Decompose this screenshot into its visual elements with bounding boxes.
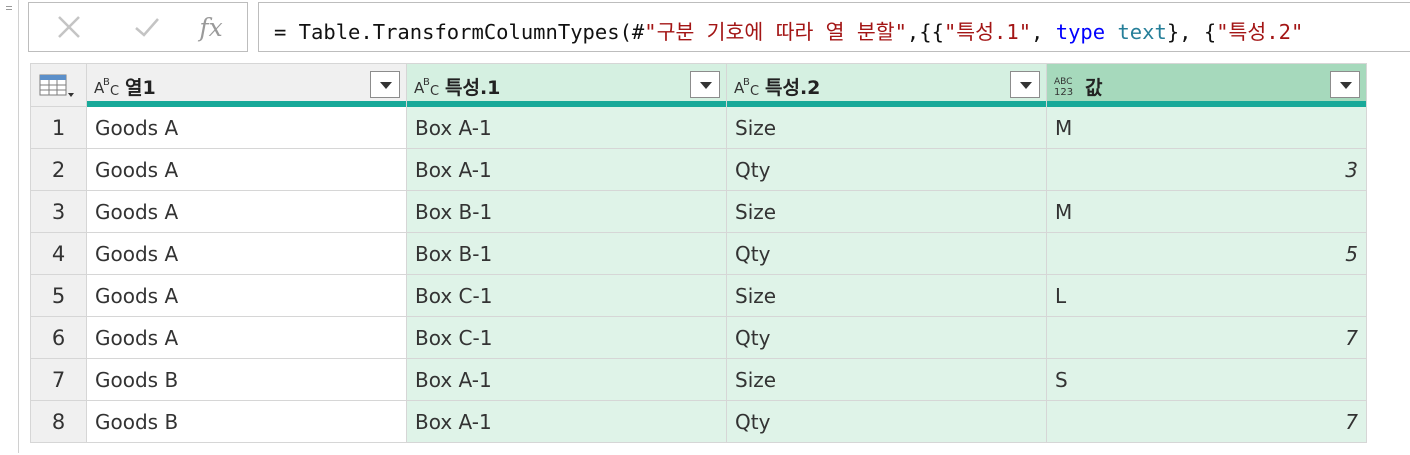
table-cell[interactable]: Goods B	[87, 359, 407, 401]
table-cell[interactable]: Qty	[727, 401, 1047, 443]
svg-text:B: B	[423, 77, 430, 88]
row-number[interactable]: 4	[30, 233, 87, 275]
row-number[interactable]: 3	[30, 191, 87, 233]
row-number[interactable]: 8	[30, 401, 87, 443]
table-row: 1 Goods A Box A-1 Size M	[30, 107, 1367, 149]
table-cell[interactable]: Box A-1	[407, 359, 727, 401]
table-cell[interactable]: Qty	[727, 317, 1047, 359]
svg-text:B: B	[103, 77, 110, 88]
formula-token: "특성.1"	[943, 20, 1032, 44]
filter-dropdown-button[interactable]	[370, 71, 400, 98]
text-type-icon[interactable]: ABC	[413, 74, 443, 99]
table-cell[interactable]: S	[1047, 359, 1367, 401]
left-panel-edge	[0, 0, 19, 453]
column-header-label: 특성.2	[765, 77, 821, 99]
table-row: 8 Goods B Box A-1 Qty 7	[30, 401, 1367, 443]
table-cell[interactable]: 7	[1047, 317, 1367, 359]
svg-text:C: C	[750, 84, 759, 98]
column-header-label: 값	[1085, 77, 1103, 99]
table-cell[interactable]: Box C-1	[407, 317, 727, 359]
check-icon[interactable]	[127, 3, 167, 51]
table-cell[interactable]: Box B-1	[407, 191, 727, 233]
table-cell[interactable]: 5	[1047, 233, 1367, 275]
formula-text: = Table.TransformColumnTypes(#"구분 기호에 따라…	[274, 15, 1303, 45]
table-cell[interactable]: Goods A	[87, 233, 407, 275]
svg-text:C: C	[430, 84, 439, 98]
table-cell[interactable]: Goods A	[87, 191, 407, 233]
table-row: 3 Goods A Box B-1 Size M	[30, 191, 1367, 233]
table-cell[interactable]: Size	[727, 191, 1047, 233]
row-number[interactable]: 7	[30, 359, 87, 401]
formula-token: "구분 기호에 따라 열 분할"	[644, 20, 907, 44]
panel-edge-mark	[6, 9, 12, 10]
table-menu-icon	[39, 74, 74, 97]
table-cell[interactable]: Goods A	[87, 275, 407, 317]
table-cell[interactable]: Goods B	[87, 401, 407, 443]
fx-button[interactable]: fx	[189, 3, 233, 51]
formula-token: type	[1055, 20, 1106, 44]
formula-token: = Table.TransformColumnTypes(#	[274, 20, 645, 44]
row-number[interactable]: 1	[30, 107, 87, 149]
text-type-icon[interactable]: ABC	[733, 74, 763, 99]
row-number[interactable]: 6	[30, 317, 87, 359]
column-header[interactable]: A B C 열1	[87, 63, 407, 107]
table-cell[interactable]: Goods A	[87, 107, 407, 149]
svg-text:B: B	[743, 77, 750, 88]
table-cell[interactable]: M	[1047, 107, 1367, 149]
table-cell[interactable]: Box C-1	[407, 275, 727, 317]
table-cell[interactable]: Box A-1	[407, 401, 727, 443]
column-header[interactable]: A B C 특성.2	[727, 63, 1047, 107]
table-row: 6 Goods A Box C-1 Qty 7	[30, 317, 1367, 359]
row-number[interactable]: 2	[30, 149, 87, 191]
panel-edge-mark	[6, 6, 12, 7]
column-header[interactable]: ABC 123 값	[1047, 63, 1367, 107]
svg-text:C: C	[110, 84, 119, 98]
formula-buttons: fx	[28, 2, 248, 52]
table-cell[interactable]: M	[1047, 191, 1367, 233]
table-cell[interactable]: Size	[727, 275, 1047, 317]
table-cell[interactable]: Qty	[727, 149, 1047, 191]
data-grid: A B C 열1 A B C 특성.1 A B C 특성.2 ABC 123 값 1 Goods A Box A-…	[30, 63, 1367, 455]
table-row: 4 Goods A Box B-1 Qty 5	[30, 233, 1367, 275]
filter-dropdown-button[interactable]	[1330, 71, 1360, 98]
table-row: 2 Goods A Box A-1 Qty 3	[30, 149, 1367, 191]
table-cell[interactable]: Box A-1	[407, 149, 727, 191]
formula-token: "특성.2"	[1216, 20, 1304, 44]
formula-input[interactable]: = Table.TransformColumnTypes(#"구분 기호에 따라…	[258, 2, 1410, 52]
table-cell[interactable]: Goods A	[87, 317, 407, 359]
table-cell[interactable]: L	[1047, 275, 1367, 317]
table-cell[interactable]: Goods A	[87, 149, 407, 191]
svg-text:123: 123	[1054, 87, 1073, 98]
table-cell[interactable]: Qty	[727, 233, 1047, 275]
table-cell[interactable]: 3	[1047, 149, 1367, 191]
table-cell[interactable]: 7	[1047, 401, 1367, 443]
formula-token: text	[1117, 20, 1167, 44]
table-cell[interactable]: Size	[727, 359, 1047, 401]
svg-text:ABC: ABC	[1054, 77, 1072, 87]
column-header[interactable]: A B C 특성.1	[407, 63, 727, 107]
row-number[interactable]: 5	[30, 275, 87, 317]
filter-dropdown-button[interactable]	[690, 71, 720, 98]
filter-dropdown-button[interactable]	[1010, 71, 1040, 98]
table-cell[interactable]: Box B-1	[407, 233, 727, 275]
table-cell[interactable]: Size	[727, 107, 1047, 149]
close-icon[interactable]	[49, 3, 89, 51]
table-row: 5 Goods A Box C-1 Size L	[30, 275, 1367, 317]
formula-token: ,	[1031, 20, 1056, 44]
column-header-label: 열1	[125, 77, 156, 99]
table-menu-button[interactable]	[30, 63, 87, 107]
formula-token: ,{{	[906, 20, 944, 44]
text-type-icon[interactable]: ABC	[93, 74, 123, 99]
formula-token	[1105, 20, 1117, 44]
column-header-label: 특성.1	[445, 77, 501, 99]
formula-token: }, {	[1166, 20, 1217, 44]
any-type-icon[interactable]: ABC 123	[1053, 74, 1083, 98]
table-row: 7 Goods B Box A-1 Size S	[30, 359, 1367, 401]
table-cell[interactable]: Box A-1	[407, 107, 727, 149]
